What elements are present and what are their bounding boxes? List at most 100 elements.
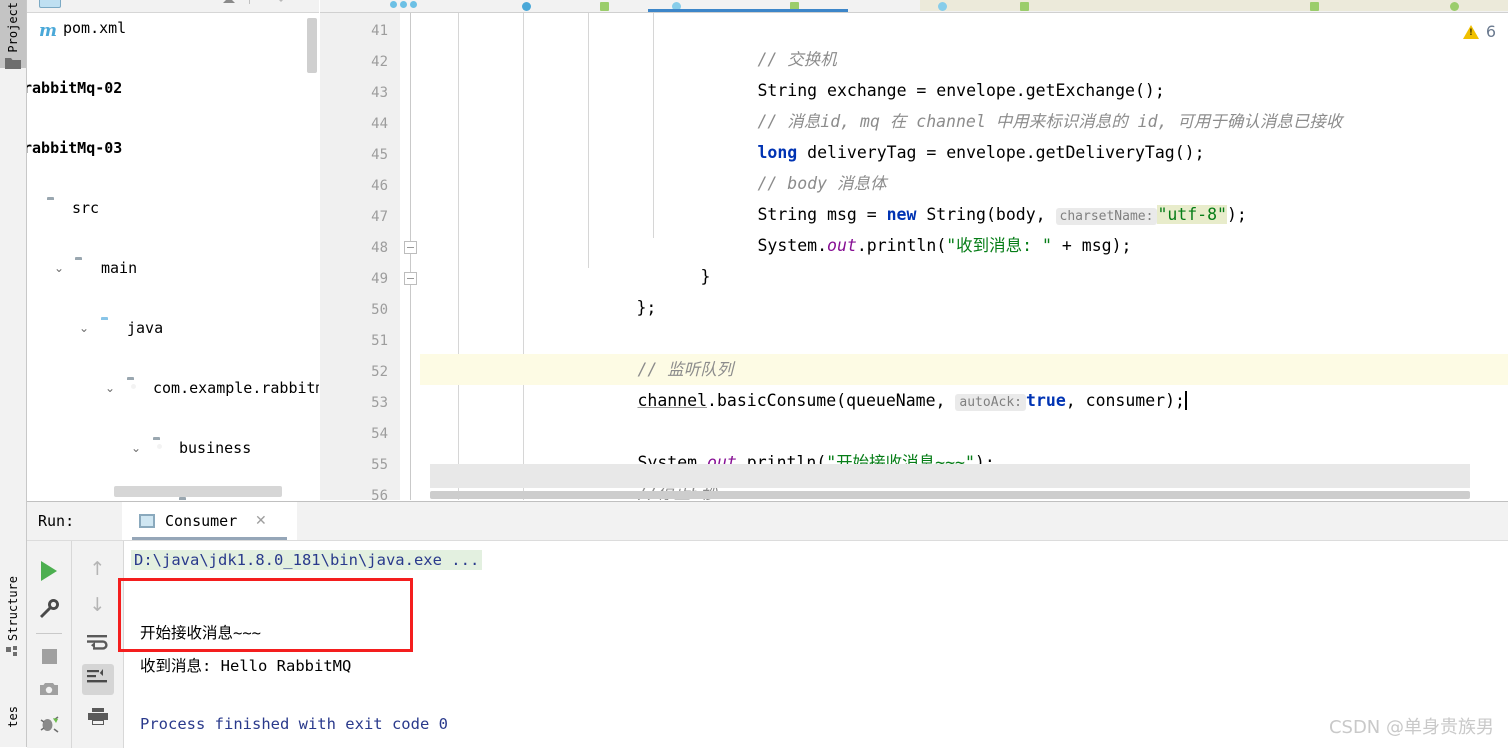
watermark: CSDN @单身贵族男 xyxy=(1328,717,1494,738)
run-config-icon xyxy=(139,514,155,528)
tree-label: java xyxy=(127,319,164,337)
project-horizontal-scrollbar[interactable] xyxy=(114,486,282,497)
editor-code-area[interactable]: // 交换机 String exchange = envelope.getExc… xyxy=(420,13,1508,500)
line-number: 47 xyxy=(371,209,388,225)
idea-window: Project Structure tes m pom.xml rabbitMq… xyxy=(0,0,1508,748)
line-number: 43 xyxy=(371,85,388,101)
tree-row-package-com-example[interactable]: ⌄ com.example.rabbitm xyxy=(27,373,319,403)
left-tool-strip: Project Structure tes xyxy=(0,0,27,747)
tab-active-indicator xyxy=(648,9,848,12)
project-tree[interactable]: m pom.xml rabbitMq-02 rabbitMq-03 src ⌄ … xyxy=(27,13,319,500)
tab-icon xyxy=(522,2,531,11)
tab-icon xyxy=(1020,2,1029,11)
tree-row-pom-xml[interactable]: m pom.xml xyxy=(27,13,319,43)
console-output-line: 收到消息: Hello RabbitMQ xyxy=(140,657,352,675)
editor-fold-column[interactable] xyxy=(400,13,420,500)
tree-label: rabbitMq-02 xyxy=(27,79,123,97)
annotation-highlight-box xyxy=(118,578,413,652)
scroll-up-button[interactable]: ↑ xyxy=(72,553,123,585)
code-line-48[interactable]: } xyxy=(420,230,1508,286)
tree-label: src xyxy=(72,199,100,217)
tab-icon xyxy=(390,1,397,8)
sidebar-item-favorites-label: tes xyxy=(6,706,20,728)
line-number: 45 xyxy=(371,147,388,163)
line-number: 50 xyxy=(371,302,388,318)
code-line-49[interactable]: }; xyxy=(420,261,1508,317)
project-folder-icon xyxy=(5,56,21,73)
code-line-45[interactable]: // body 消息体 xyxy=(420,137,1508,193)
tree-row-java[interactable]: ⌄ java xyxy=(27,313,319,343)
warning-count: 6 xyxy=(1485,22,1496,41)
code-line-50[interactable] xyxy=(420,292,1508,323)
sidebar-item-project[interactable]: Project xyxy=(0,0,26,69)
tab-icon xyxy=(1310,2,1319,11)
run-tool-window-header: Run: Consumer ✕ xyxy=(27,502,1508,541)
tree-row-rabbitmq-03[interactable]: rabbitMq-03 xyxy=(27,133,319,163)
fold-marker[interactable] xyxy=(404,272,417,285)
rerun-button[interactable] xyxy=(27,554,71,588)
code-line-43[interactable]: // 消息id, mq 在 channel 中用来标识消息的 id, 可用于确认… xyxy=(420,75,1508,131)
project-vertical-scrollbar[interactable] xyxy=(307,18,317,73)
code-line-47[interactable]: System.out.println("收到消息: " + msg); xyxy=(420,199,1508,255)
soft-wrap-icon xyxy=(86,634,109,655)
tree-row-src[interactable]: src xyxy=(27,193,319,223)
line-number: 48 xyxy=(371,240,388,256)
code-line-41[interactable]: // 交换机 xyxy=(420,13,1508,69)
tree-label: com.example.rabbitm xyxy=(153,379,319,397)
chevron-up-icon[interactable] xyxy=(221,0,237,9)
chevron-down-icon[interactable]: ⌄ xyxy=(129,433,143,463)
warning-triangle-icon xyxy=(1462,24,1479,39)
chevron-down-icon[interactable] xyxy=(273,0,289,8)
soft-wrap-button[interactable] xyxy=(72,628,123,660)
line-number: 42 xyxy=(371,54,388,70)
code-line-53[interactable] xyxy=(420,385,1508,416)
code-line-54[interactable]: System.out.println("开始接收消息~~~"); xyxy=(420,416,1508,472)
editor-tab-bar[interactable] xyxy=(320,0,1508,13)
line-number: 55 xyxy=(371,457,388,473)
code-line-52[interactable]: channel.basicConsume(queueName, autoAck:… xyxy=(420,354,1508,411)
scroll-down-button[interactable]: ↓ xyxy=(72,589,123,621)
code-line-51[interactable]: // 监听队列 xyxy=(420,323,1508,379)
stop-button[interactable] xyxy=(27,641,71,671)
collapse-all-icon[interactable] xyxy=(39,0,61,8)
print-button[interactable] xyxy=(72,703,123,735)
toolbar-divider xyxy=(249,0,250,4)
tab-icon xyxy=(400,1,407,8)
line-number: 49 xyxy=(371,271,388,287)
tree-row-business[interactable]: ⌄ business xyxy=(27,433,319,463)
sidebar-item-structure[interactable]: Structure xyxy=(0,576,26,691)
code-line-44[interactable]: long deliveryTag = envelope.getDeliveryT… xyxy=(420,106,1508,162)
tree-label: pom.xml xyxy=(63,19,127,37)
sidebar-item-project-label: Project xyxy=(6,2,20,53)
code-line-42[interactable]: String exchange = envelope.getExchange()… xyxy=(420,44,1508,100)
printer-icon xyxy=(87,708,109,730)
scroll-to-end-button[interactable] xyxy=(72,664,123,695)
tree-label: main xyxy=(101,259,138,277)
line-number: 56 xyxy=(371,488,388,500)
line-number: 41 xyxy=(371,23,388,39)
editor-horizontal-scrollbar[interactable] xyxy=(430,491,1470,499)
fold-marker[interactable] xyxy=(404,241,417,254)
close-icon[interactable]: ✕ xyxy=(255,514,269,528)
stop-icon xyxy=(41,648,57,664)
run-title: Run: xyxy=(38,512,75,530)
line-number: 44 xyxy=(371,116,388,132)
chevron-down-icon[interactable]: ⌄ xyxy=(77,313,91,343)
tree-label: business xyxy=(179,439,252,457)
edit-configurations-button[interactable] xyxy=(27,593,71,627)
line-number: 46 xyxy=(371,178,388,194)
editor-gutter[interactable]: 41 42 43 44 45 46 47 48 49 50 51 52 53 5… xyxy=(320,13,401,500)
code-editor: 41 42 43 44 45 46 47 48 49 50 51 52 53 5… xyxy=(320,0,1508,500)
chevron-down-icon[interactable]: ⌄ xyxy=(103,373,117,403)
line-number: 53 xyxy=(371,395,388,411)
tab-icon xyxy=(600,2,609,11)
code-line-46[interactable]: String msg = new String(body, charsetNam… xyxy=(420,168,1508,225)
sidebar-item-favorites[interactable]: tes xyxy=(0,706,26,747)
screenshot-button[interactable] xyxy=(27,676,71,706)
tree-row-main[interactable]: ⌄ main xyxy=(27,253,319,283)
inspection-status[interactable]: 6 xyxy=(1462,22,1496,41)
tree-row-rabbitmq-02[interactable]: rabbitMq-02 xyxy=(27,73,319,103)
chevron-down-icon[interactable]: ⌄ xyxy=(52,253,66,283)
tab-icon xyxy=(1450,2,1459,11)
debug-button[interactable] xyxy=(27,711,71,741)
